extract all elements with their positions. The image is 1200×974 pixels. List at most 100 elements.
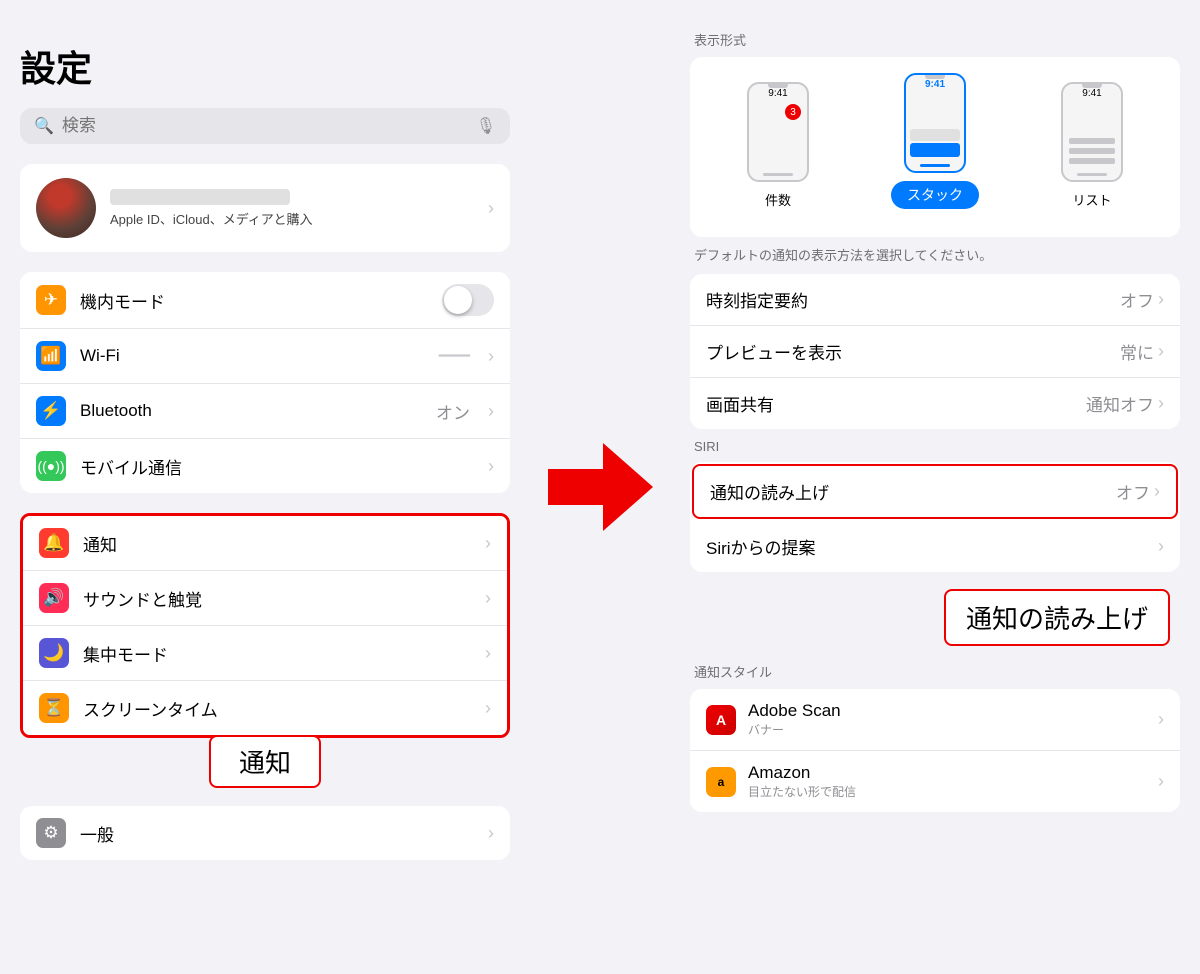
time-summary-value: オフ [1120,287,1154,312]
display-section-label: 表示形式 [690,30,1180,49]
general-row[interactable]: ⚙ 一般 › [20,806,510,860]
adobe-scan-sub: バナー [748,721,1146,738]
siri-suggestions-chevron: › [1158,536,1164,557]
search-icon: 🔍 [34,116,54,136]
gear-icon: ⚙ [36,818,66,848]
arrow-head [603,443,653,531]
amazon-sub: 目立たない形で配信 [748,783,1146,800]
settings-group-2: 🔔 通知 › 🔊 サウンドと触覚 › 🌙 集中モード › ⏳ スクリーンタイム … [20,513,510,738]
notifications-label: 通知 [83,531,471,556]
list-bottom-bar [1077,173,1107,176]
sound-chevron-icon: › [485,588,491,609]
screentime-label: スクリーンタイム [83,696,471,721]
general-chevron-icon: › [488,823,494,844]
bluetooth-label: Bluetooth [80,401,422,421]
sound-row[interactable]: 🔊 サウンドと触覚 › [23,571,507,626]
time-summary-label: 時刻指定要約 [706,287,1120,312]
notifications-chevron-icon: › [485,533,491,554]
time-summary-chevron: › [1158,289,1164,310]
search-input[interactable] [62,116,468,136]
list-lines [1069,138,1115,168]
screen-share-row[interactable]: 画面共有 通知オフ › [690,378,1180,429]
screentime-chevron-icon: › [485,698,491,719]
display-options: 9:41 3 件数 9:41 スタック [706,73,1164,209]
display-option-count[interactable]: 9:41 3 件数 [747,82,809,209]
cellular-chevron-icon: › [488,456,494,477]
right-settings-card: 時刻指定要約 オフ › プレビューを表示 常に › 画面共有 通知オフ › [690,274,1180,429]
count-badge: 3 [785,104,801,120]
right-arrow [548,443,653,531]
group2-wrapper: 🔔 通知 › 🔊 サウンドと触覚 › 🌙 集中モード › ⏳ スクリーンタイム … [20,513,510,738]
display-option-list[interactable]: 9:41 リスト [1061,82,1123,209]
bell-icon: 🔔 [39,528,69,558]
siri-suggestions-label: Siriからの提案 [706,534,1158,559]
left-panel: 設定 🔍 🎙 Apple ID、iCloud、メディアと購入 › ✈ 機内モード… [0,0,530,974]
count-label: 件数 [765,190,791,209]
adobe-scan-info: Adobe Scan バナー [748,701,1146,738]
screen-share-label: 画面共有 [706,391,1086,416]
stack-phone-notch [925,75,945,79]
screen-share-chevron: › [1158,393,1164,414]
adobe-scan-row[interactable]: A Adobe Scan バナー › [690,689,1180,751]
profile-name-blur [110,189,290,205]
tsuuchi-yomage-row[interactable]: 通知の読み上げ オフ › [692,464,1178,519]
profile-info: Apple ID、iCloud、メディアと購入 [110,189,474,228]
tsuuchi-yomage-value: オフ [1116,479,1150,504]
amazon-chevron: › [1158,771,1164,792]
amazon-info: Amazon 目立たない形で配信 [748,763,1146,800]
notifications-row[interactable]: 🔔 通知 › [23,516,507,571]
sound-icon: 🔊 [39,583,69,613]
siri-card: 通知の読み上げ オフ › Siriからの提案 › [690,462,1180,572]
wifi-label: Wi-Fi [80,346,425,366]
preview-row[interactable]: プレビューを表示 常に › [690,326,1180,378]
bluetooth-value: オン [436,399,470,424]
preview-chevron: › [1158,341,1164,362]
siri-section-label: SIRI [694,439,1180,454]
adobe-scan-chevron: › [1158,709,1164,730]
stack-notification [910,129,960,159]
preview-value: 常に [1120,339,1154,364]
screen-share-value: 通知オフ [1086,391,1154,416]
hourglass-icon: ⏳ [39,693,69,723]
airplane-toggle[interactable] [442,284,494,316]
siri-group-wrapper: 通知の読み上げ オフ › Siriからの提案 › 通知の読み上げ [690,462,1180,572]
list-phone: 9:41 [1061,82,1123,182]
screentime-row[interactable]: ⏳ スクリーンタイム › [23,681,507,735]
profile-chevron-icon: › [488,198,494,219]
bluetooth-chevron-icon: › [488,401,494,422]
default-desc: デフォルトの通知の表示方法を選択してください。 [690,245,1180,264]
stack-selected-badge[interactable]: スタック [891,181,979,209]
profile-card[interactable]: Apple ID、iCloud、メディアと購入 › [20,164,510,252]
wifi-chevron-icon: › [488,346,494,367]
stack-bottom-bar [920,164,950,167]
airplane-icon: ✈ [36,285,66,315]
avatar [36,178,96,238]
amazon-row[interactable]: a Amazon 目立たない形で配信 › [690,751,1180,812]
siri-suggestions-row[interactable]: Siriからの提案 › [690,521,1180,572]
stack-phone: 9:41 [904,73,966,173]
bluetooth-icon: ⚡ [36,396,66,426]
amazon-icon: a [706,767,736,797]
phone-notch [768,84,788,88]
wifi-row[interactable]: 📶 Wi-Fi ━━━━ › [20,329,510,384]
profile-sub: Apple ID、iCloud、メディアと購入 [110,209,474,228]
focus-row[interactable]: 🌙 集中モード › [23,626,507,681]
tsuuchi-yomage-chevron: › [1154,481,1160,502]
tsuuchi-callout: 通知 [209,735,321,788]
bluetooth-row[interactable]: ⚡ Bluetooth オン › [20,384,510,439]
focus-chevron-icon: › [485,643,491,664]
display-option-stack[interactable]: 9:41 スタック [891,73,979,209]
time-summary-row[interactable]: 時刻指定要約 オフ › [690,274,1180,326]
amazon-name: Amazon [748,763,1146,783]
arrow-section [530,0,670,974]
count-phone: 9:41 3 [747,82,809,182]
search-bar[interactable]: 🔍 🎙 [20,108,510,144]
cellular-row[interactable]: ((●)) モバイル通信 › [20,439,510,493]
airplane-mode-row[interactable]: ✈ 機内モード [20,272,510,329]
mic-icon: 🎙 [476,116,496,136]
adobe-scan-name: Adobe Scan [748,701,1146,721]
display-style-card: 9:41 3 件数 9:41 スタック [690,57,1180,237]
airplane-label: 機内モード [80,288,428,313]
profile-row[interactable]: Apple ID、iCloud、メディアと購入 › [20,164,510,252]
settings-group-1: ✈ 機内モード 📶 Wi-Fi ━━━━ › ⚡ Bluetooth オン › … [20,272,510,493]
